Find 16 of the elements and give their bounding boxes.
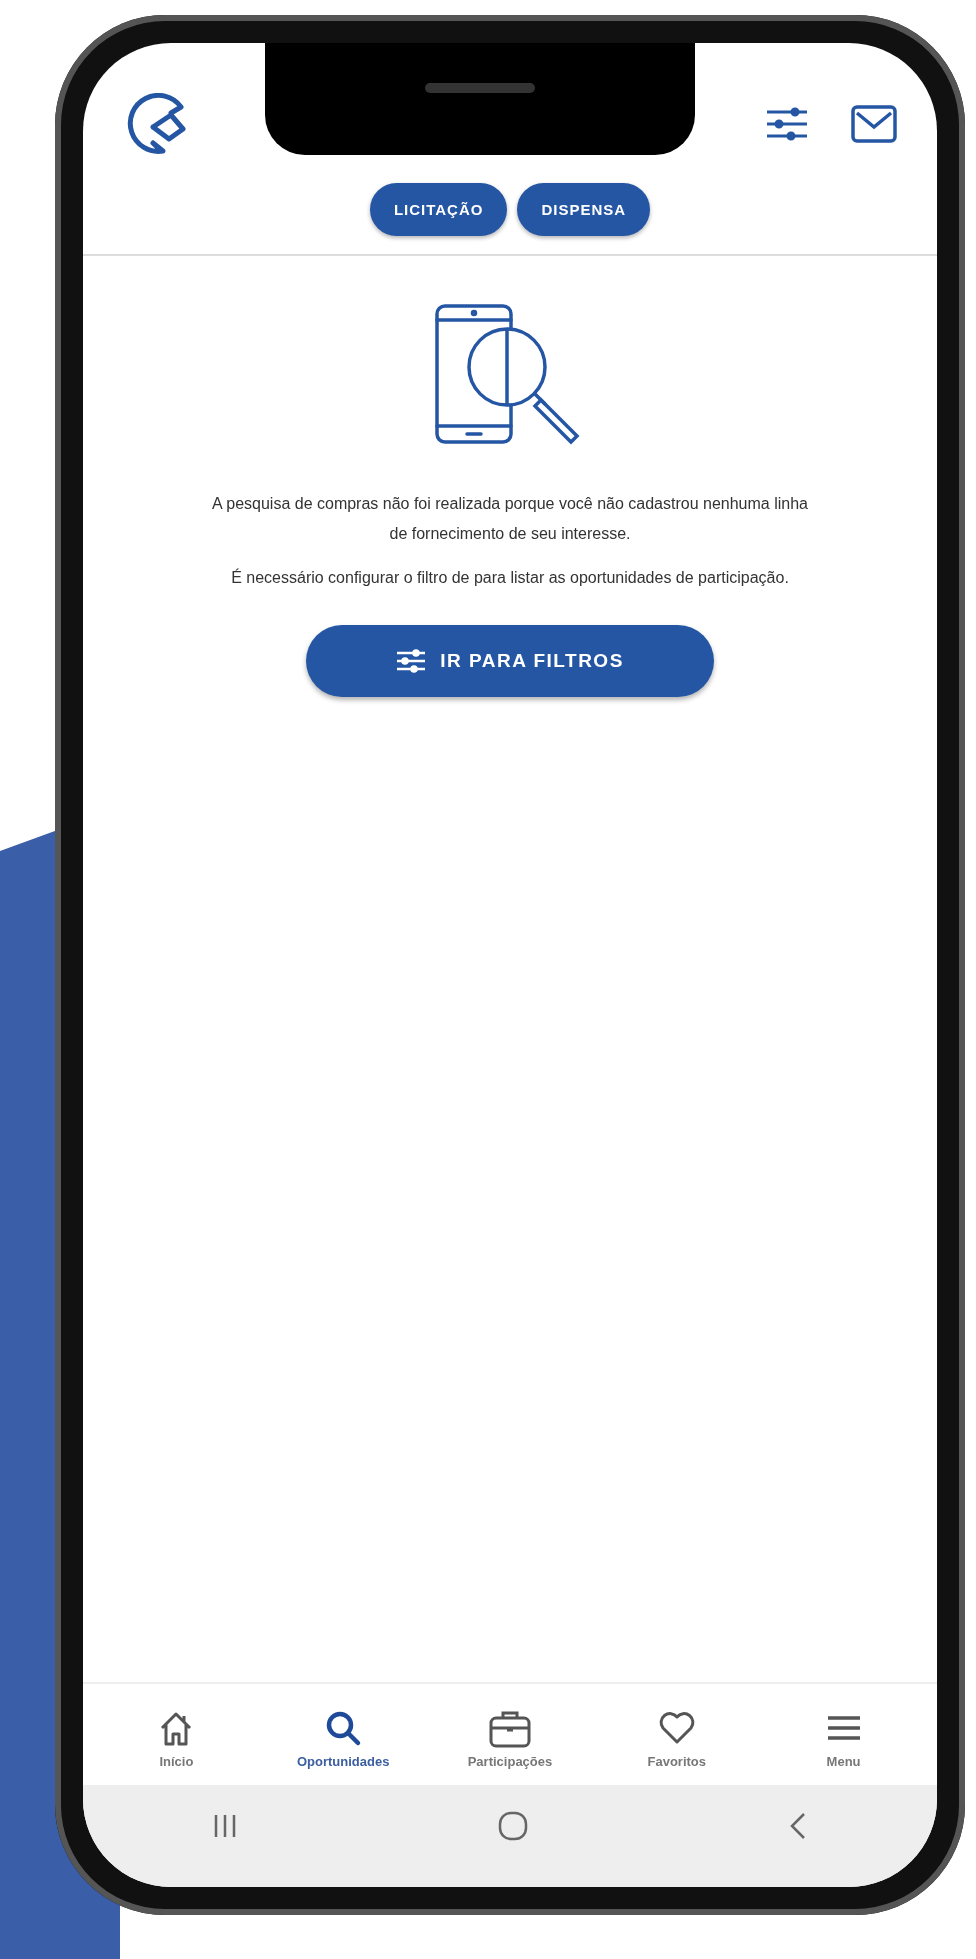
message-text: É necessário configurar o filtro de para listar as oportunidades de participação. (230, 567, 790, 588)
mail-icon[interactable] (851, 105, 897, 143)
tab[interactable]: DISPENSA (517, 183, 651, 236)
nav-item[interactable]: Participações (435, 1708, 585, 1769)
recent-apps-icon[interactable] (213, 1813, 238, 1839)
filter-icon (396, 649, 427, 673)
home-button-icon[interactable] (498, 1811, 528, 1841)
message-text: A pesquisa de compras não foi realizada porque você não cadastrou nenhuma linha de fornecimento de seu interesse. (211, 494, 809, 544)
nav-item[interactable]: Oportunidades (268, 1708, 419, 1769)
tab[interactable]: LICITAÇÃO (369, 183, 508, 236)
filter-icon[interactable] (765, 107, 809, 141)
nav-item[interactable]: Favoritos (601, 1708, 752, 1769)
back-icon[interactable] (788, 1811, 807, 1841)
filters-button[interactable]: IR PARA FILTROS (306, 625, 714, 697)
nav-item[interactable]: Início (101, 1708, 252, 1769)
nav-item[interactable]: Menu (768, 1708, 919, 1769)
